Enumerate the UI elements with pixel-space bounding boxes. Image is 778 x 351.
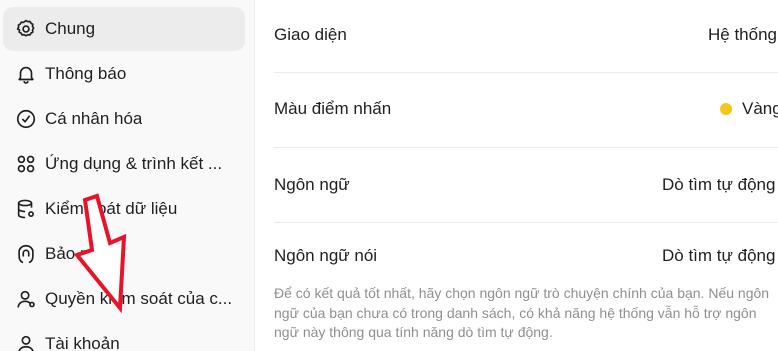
sidebar-item-label: Kiểm soát dữ liệu	[45, 199, 178, 218]
database-icon	[15, 198, 37, 220]
theme-value: Hệ thống	[708, 25, 777, 44]
account-icon	[15, 333, 37, 351]
sidebar-item-account[interactable]: Tài khoản	[3, 322, 245, 351]
sidebar-item-label: Bảo mật	[45, 244, 109, 263]
spoken-language-label: Ngôn ngữ nói	[274, 246, 378, 265]
sidebar-item-label: Cá nhân hóa	[45, 109, 143, 128]
settings-sidebar: Chung Thông báo Cá nhân hóa Ứng dụng & t…	[0, 0, 255, 351]
accent-setting-row: Màu điểm nhấn	[274, 96, 778, 122]
user-icon	[15, 288, 37, 310]
divider	[274, 222, 778, 223]
language-select[interactable]: Dò tìm tự động	[662, 172, 775, 198]
spoken-language-select[interactable]: Dò tìm tự động	[662, 243, 775, 269]
theme-setting-row: Giao diện	[274, 22, 778, 48]
sidebar-item-security[interactable]: Bảo mật	[3, 232, 245, 276]
sidebar-item-apps-connectors[interactable]: Ứng dụng & trình kết ...	[3, 142, 245, 186]
settings-window: Chung Thông báo Cá nhân hóa Ứng dụng & t…	[0, 0, 778, 351]
divider	[274, 72, 778, 73]
language-label: Ngôn ngữ	[274, 175, 350, 194]
apps-grid-icon	[15, 153, 37, 175]
sidebar-item-parental-controls[interactable]: Quyền kiểm soát của c...	[3, 277, 245, 321]
sidebar-item-label: Chung	[45, 19, 96, 38]
gear-icon	[15, 18, 37, 40]
language-value: Dò tìm tự động	[662, 175, 776, 194]
spoken-language-help-text: Để có kết quả tốt nhất, hãy chọn ngôn ng…	[274, 285, 770, 340]
accent-select[interactable]: Vàng	[720, 96, 778, 122]
sidebar-item-label: Ứng dụng & trình kết ...	[45, 154, 223, 173]
accent-value: Vàng	[742, 99, 778, 118]
sidebar-item-label: Tài khoản	[45, 334, 120, 351]
spoken-language-value: Dò tìm tự động	[662, 246, 776, 265]
sidebar-item-notifications[interactable]: Thông báo	[3, 52, 245, 96]
security-icon	[15, 243, 37, 265]
sidebar-item-personalization[interactable]: Cá nhân hóa	[3, 97, 245, 141]
sidebar-item-data-controls[interactable]: Kiểm soát dữ liệu	[3, 187, 245, 231]
personalize-icon	[15, 108, 37, 130]
accent-label: Màu điểm nhấn	[274, 99, 392, 118]
accent-color-dot	[720, 103, 732, 115]
sidebar-item-label: Thông báo	[45, 64, 127, 83]
theme-label: Giao diện	[274, 25, 347, 44]
bell-icon	[15, 63, 37, 85]
divider	[274, 147, 778, 148]
sidebar-item-label: Quyền kiểm soát của c...	[45, 289, 233, 308]
theme-select[interactable]: Hệ thống	[708, 22, 777, 48]
sidebar-item-general[interactable]: Chung	[3, 7, 245, 51]
general-settings-panel: Giao diện Hệ thống Màu điểm nhấn Vàng Ng…	[256, 0, 778, 351]
